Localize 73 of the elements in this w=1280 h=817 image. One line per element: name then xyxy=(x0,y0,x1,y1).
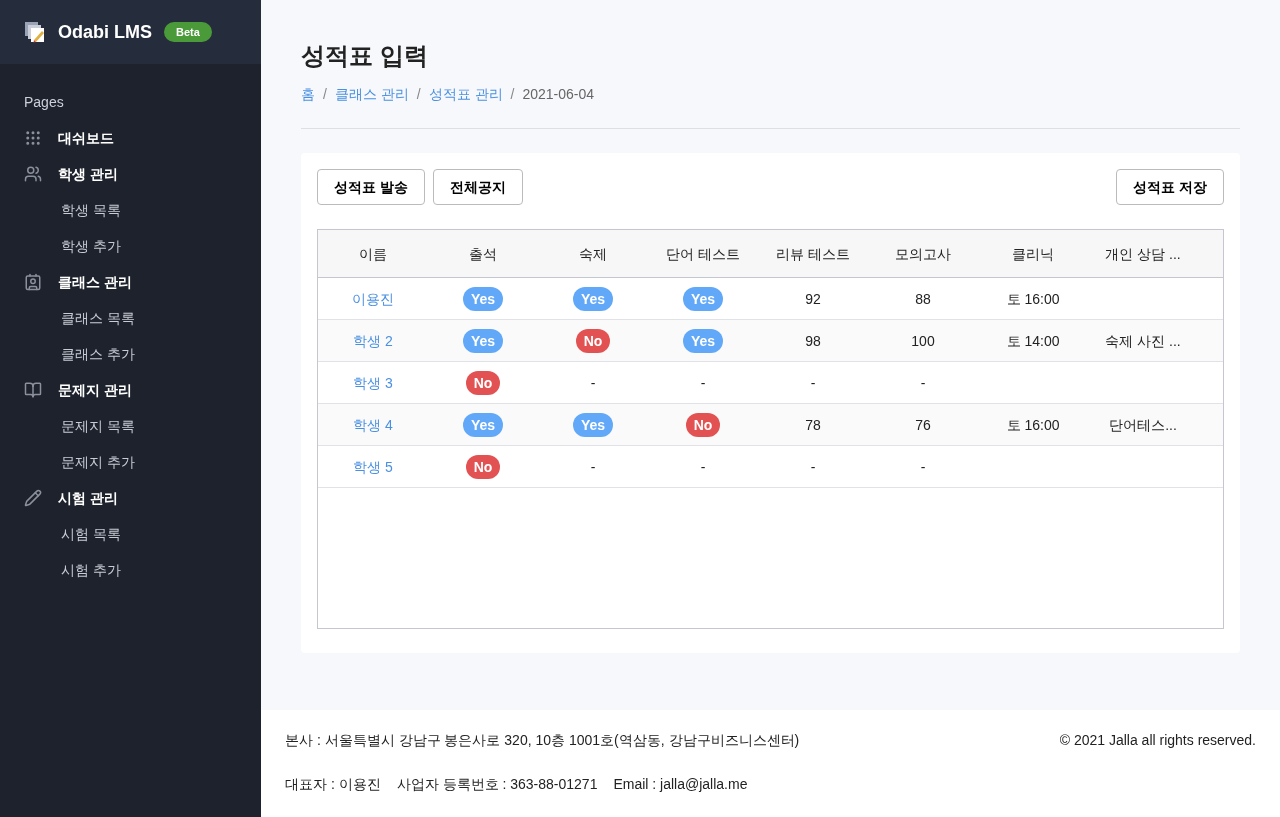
status-badge: No xyxy=(685,412,721,437)
table-cell: 토 16:00 xyxy=(1006,416,1060,433)
sidebar-subitem[interactable]: 문제지 목록 xyxy=(0,408,261,444)
book-icon xyxy=(24,381,42,399)
table-cell: 토 14:00 xyxy=(1006,332,1060,349)
table-cell: 88 xyxy=(915,290,931,307)
table-cell: 숙제 사진 ... xyxy=(1105,332,1181,349)
users-icon xyxy=(24,165,42,183)
column-header: 클리닉 xyxy=(1011,244,1055,264)
table-cell: 100 xyxy=(911,332,935,349)
sidebar-subitem[interactable]: 시험 목록 xyxy=(0,516,261,552)
brand-name: Odabi LMS xyxy=(58,21,152,44)
id-badge-icon xyxy=(24,273,42,291)
table-cell: 토 16:00 xyxy=(1006,290,1060,307)
table-cell: - xyxy=(590,374,596,391)
column-header: 출석 xyxy=(468,244,498,264)
logo-icon xyxy=(24,21,46,43)
table-cell: - xyxy=(700,458,706,475)
sidebar-subitem[interactable]: 클래스 목록 xyxy=(0,300,261,336)
table-cell: 76 xyxy=(915,416,931,433)
sidebar-item[interactable]: 시험 관리 xyxy=(0,480,261,516)
status-badge: Yes xyxy=(462,328,504,353)
table-cell: - xyxy=(810,374,816,391)
toolbar-button[interactable]: 성적표 발송 xyxy=(317,169,425,205)
status-badge: Yes xyxy=(682,286,724,311)
sidebar-item[interactable]: 대쉬보드 xyxy=(0,120,261,156)
breadcrumb-separator: / xyxy=(510,85,515,104)
table-cell: 78 xyxy=(805,416,821,433)
copyright: © 2021 Jalla all rights reserved. xyxy=(1059,731,1256,750)
sidebar-subitem[interactable]: 학생 추가 xyxy=(0,228,261,264)
table-cell: 98 xyxy=(805,332,821,349)
status-badge: Yes xyxy=(572,412,614,437)
beta-badge: Beta xyxy=(164,21,212,43)
breadcrumb-separator: / xyxy=(323,85,327,104)
status-badge: No xyxy=(465,454,501,479)
table-cell: - xyxy=(920,458,926,475)
table-cell: 92 xyxy=(805,290,821,307)
pencil-icon xyxy=(24,489,42,507)
breadcrumb-separator: / xyxy=(416,85,421,104)
status-badge: Yes xyxy=(462,412,504,437)
sidebar-subitem[interactable]: 클래스 추가 xyxy=(0,336,261,372)
table-cell: - xyxy=(810,458,816,475)
sidebar-item[interactable]: 클래스 관리 xyxy=(0,264,261,300)
footer-detail: 사업자 등록번호 : 363-88-01271 xyxy=(396,775,598,794)
footer-detail: Email : jalla@jalla.me xyxy=(613,775,748,794)
sidebar-item[interactable]: 학생 관리 xyxy=(0,156,261,192)
status-badge: No xyxy=(575,328,611,353)
column-header: 숙제 xyxy=(578,244,608,264)
sidebar-item[interactable]: 문제지 관리 xyxy=(0,372,261,408)
page-title: 성적표 입력 xyxy=(301,41,429,71)
column-header: 단어 테스트 xyxy=(665,244,741,264)
breadcrumb-current: 2021-06-04 xyxy=(522,85,595,104)
sidebar-heading: Pages xyxy=(23,93,65,112)
footer-detail: 대표자 : 이용진 xyxy=(285,775,381,794)
sidebar-subitem[interactable]: 학생 목록 xyxy=(0,192,261,228)
column-header: 리뷰 테스트 xyxy=(775,244,851,264)
column-header: 이름 xyxy=(358,244,388,264)
toolbar-button[interactable]: 전체공지 xyxy=(432,169,523,205)
footer-address: 본사 : 서울특별시 강남구 봉은사로 320, 10층 1001호(역삼동, 강남구비즈니스센터) xyxy=(285,731,800,750)
grid-icon xyxy=(24,129,42,147)
sidebar-subitem[interactable]: 시험 추가 xyxy=(0,552,261,588)
status-badge: No xyxy=(465,370,501,395)
status-badge: Yes xyxy=(572,286,614,311)
status-badge: Yes xyxy=(682,328,724,353)
table-cell: - xyxy=(920,374,926,391)
table-cell: - xyxy=(590,458,596,475)
table-cell: - xyxy=(700,374,706,391)
table-cell: 단어테스... xyxy=(1109,416,1177,433)
column-header: 모의고사 xyxy=(894,244,952,264)
sidebar-subitem[interactable]: 문제지 추가 xyxy=(0,444,261,480)
status-badge: Yes xyxy=(462,286,504,311)
save-button[interactable]: 성적표 저장 xyxy=(1116,169,1224,205)
column-header: 개인 상담 ... xyxy=(1104,244,1182,264)
